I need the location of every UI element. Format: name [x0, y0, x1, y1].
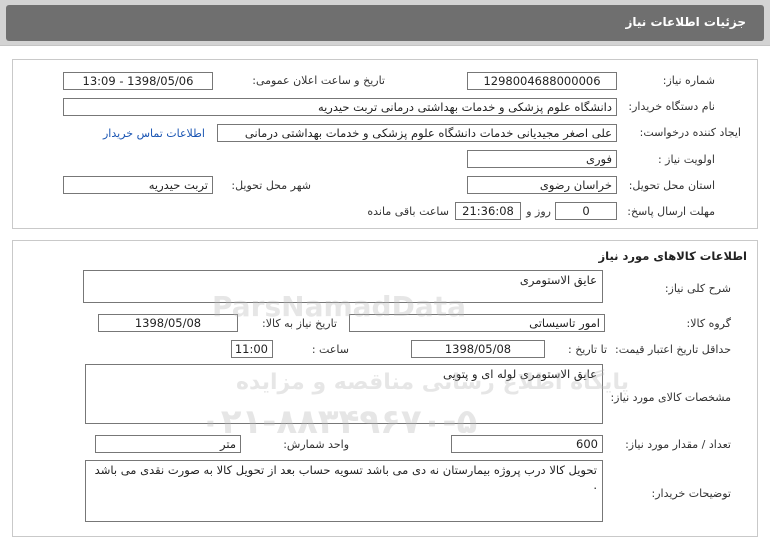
deadline-time-field: 21:36:08	[455, 202, 521, 220]
delivery-city-field: تربت حیدریه	[63, 176, 213, 194]
buyer-notes-label: توضیحات خریدار:	[651, 487, 732, 500]
goods-group-field: امور تاسیساتی	[349, 314, 605, 332]
time-label: ساعت :	[311, 343, 349, 356]
need-number-label: شماره نیاز:	[662, 74, 715, 87]
specs-label: مشخصات کالای مورد نیاز:	[610, 391, 731, 404]
until-date-label: تا تاریخ :	[568, 343, 607, 356]
page-title: جزئیات اطلاعات نیاز	[625, 15, 746, 29]
response-deadline-label: مهلت ارسال پاسخ:	[627, 205, 715, 218]
remaining-word: ساعت باقی مانده	[367, 205, 449, 218]
min-validity-label: حداقل تاریخ اعتبار قیمت:	[615, 343, 731, 356]
summary-field: عایق الاستومری	[83, 270, 603, 303]
delivery-province-label: استان محل تحویل:	[628, 179, 715, 192]
priority-label: اولویت نیاز :	[657, 153, 715, 166]
need-info-panel: شماره نیاز: 1298004688000006 تاریخ و ساع…	[12, 59, 758, 229]
announce-datetime-field: 1398/05/06 - 13:09	[63, 72, 213, 90]
header-bar: جزئیات اطلاعات نیاز	[6, 5, 764, 41]
buyer-org-field: دانشگاه علوم پزشکی و خدمات بهداشتی درمان…	[63, 98, 617, 116]
goods-section-title: اطلاعات کالاهای مورد نیاز	[598, 249, 747, 263]
goods-info-panel: اطلاعات کالاهای مورد نیاز شرح کلی نیاز: …	[12, 240, 758, 537]
request-creator-field: علی اصغر مجیدیانی خدمات دانشگاه علوم پزش…	[217, 124, 617, 142]
until-date-field: 1398/05/08	[411, 340, 545, 358]
delivery-province-field: خراسان رضوی	[467, 176, 617, 194]
priority-field: فوری	[467, 150, 617, 168]
buyer-contact-link[interactable]: اطلاعات تماس خریدار	[103, 127, 205, 140]
page-header: جزئیات اطلاعات نیاز	[0, 0, 770, 46]
quantity-label: تعداد / مقدار مورد نیاز:	[625, 438, 731, 451]
time-field: 11:00	[231, 340, 273, 358]
need-date-label: تاریخ نیاز به کالا:	[262, 317, 337, 330]
days-word: روز و	[526, 205, 551, 218]
announce-datetime-label: تاریخ و ساعت اعلان عمومی:	[252, 74, 385, 87]
request-creator-label: ایجاد کننده درخواست:	[639, 126, 741, 139]
buyer-notes-field: تحویل کالا درب پروژه بیمارستان نه دی می …	[85, 460, 603, 522]
deadline-days-field: 0	[555, 202, 617, 220]
goods-group-label: گروه کالا:	[686, 317, 731, 330]
summary-label: شرح کلی نیاز:	[664, 282, 731, 295]
unit-label: واحد شمارش:	[283, 438, 349, 451]
specs-field: عایق الاستومری لوله ای و پتویی	[85, 364, 603, 424]
quantity-field: 600	[451, 435, 603, 453]
need-number-field: 1298004688000006	[467, 72, 617, 90]
delivery-city-label: شهر محل تحویل:	[231, 179, 311, 192]
unit-field: متر	[95, 435, 241, 453]
buyer-org-label: نام دستگاه خریدار:	[628, 100, 715, 113]
need-date-field: 1398/05/08	[98, 314, 238, 332]
